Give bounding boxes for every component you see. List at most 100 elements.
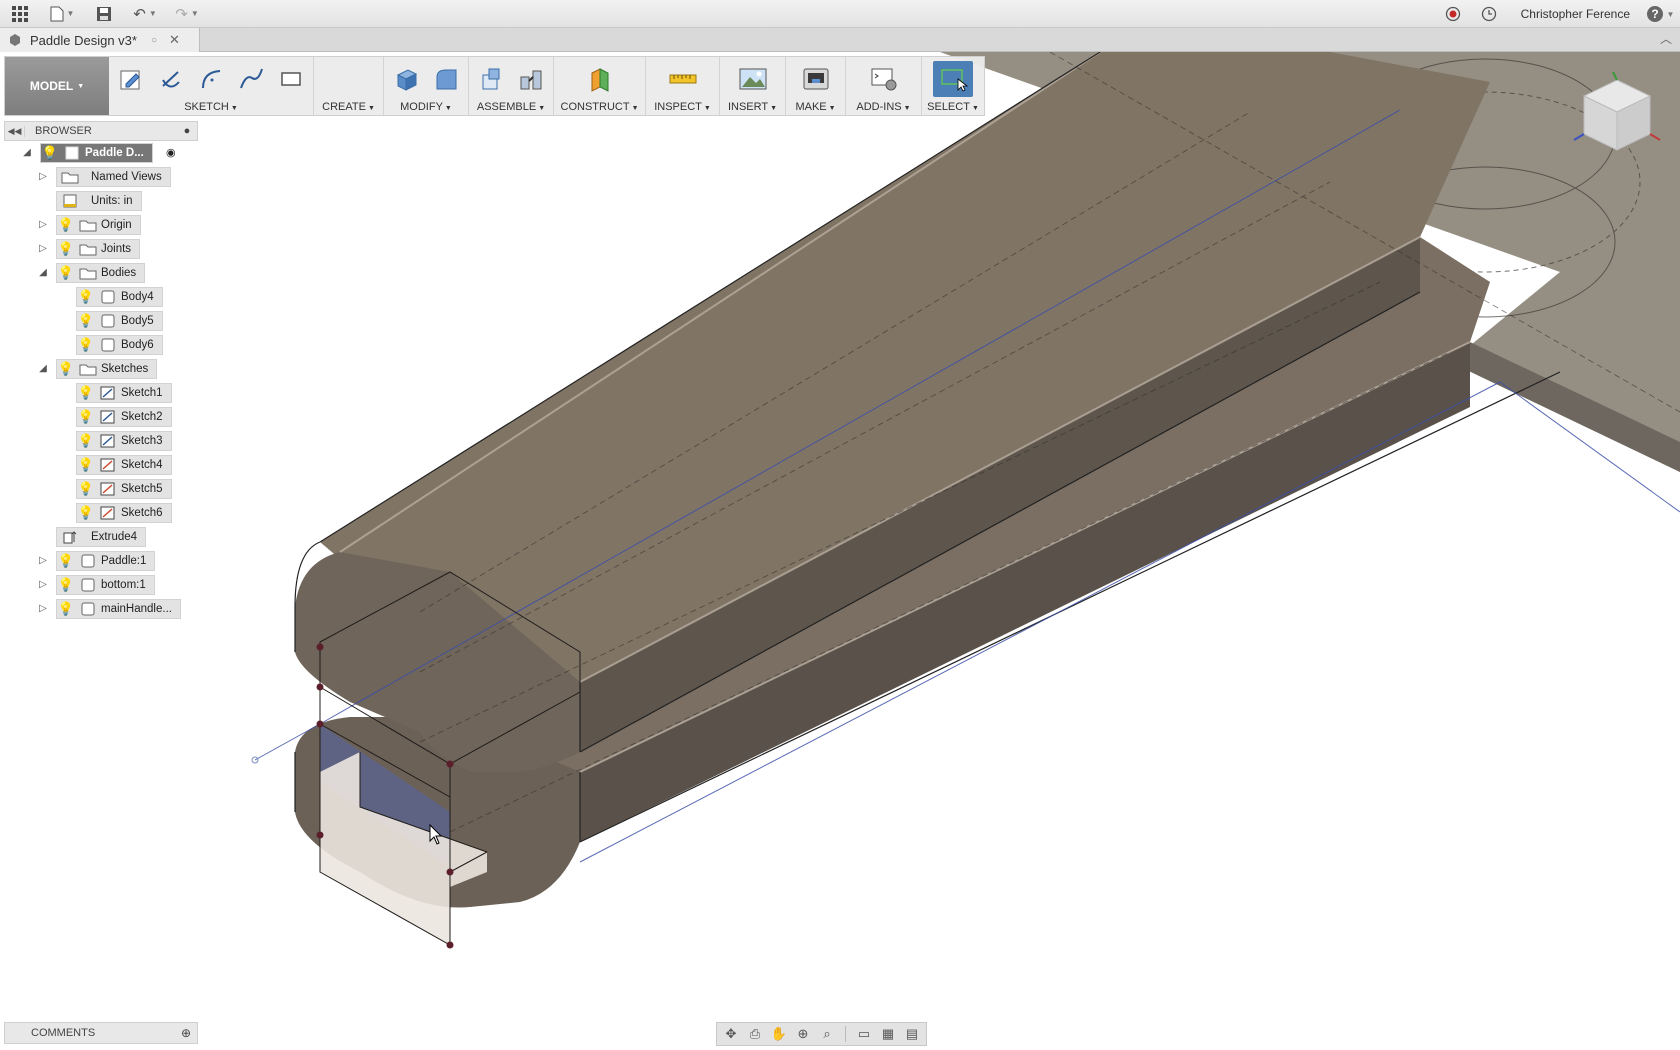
tree-node[interactable]: 💡 Sketches (56, 359, 158, 379)
new-component-icon[interactable] (475, 63, 507, 95)
tree-node[interactable]: 💡 Sketch3 (76, 431, 172, 451)
tree-row-units[interactable]: Units: in (4, 189, 198, 213)
tree-row-sketch3[interactable]: 💡 Sketch3 (4, 429, 198, 453)
close-tab-icon[interactable]: ✕ (169, 32, 180, 48)
canvas-viewport[interactable] (0, 52, 1680, 1050)
tree-node[interactable]: 💡 Sketch6 (76, 503, 172, 523)
visibility-bulb-icon[interactable]: 💡 (57, 217, 75, 233)
visibility-bulb-icon[interactable]: 💡 (77, 337, 95, 353)
tree-row-body6[interactable]: 💡 Body6 (4, 333, 198, 357)
arc-tool-icon[interactable] (195, 63, 227, 95)
scripts-addins-icon[interactable] (868, 63, 900, 95)
expand-triangle-icon[interactable]: ▷ (36, 218, 50, 232)
collapse-panel-icon[interactable]: ◀◀ (5, 125, 25, 137)
tree-row-named-views[interactable]: ▷ Named Views (4, 165, 198, 189)
fit-icon[interactable]: ⌕ (817, 1025, 837, 1043)
tree-node[interactable]: 💡 Body5 (76, 311, 163, 331)
visibility-bulb-icon[interactable]: 💡 (77, 481, 95, 497)
press-pull-icon[interactable] (390, 63, 422, 95)
undo-button[interactable]: ↶ ▼ (124, 0, 166, 28)
spline-tool-icon[interactable] (235, 63, 267, 95)
toolbar-group-addins[interactable]: ADD-INS ▼ (846, 57, 922, 115)
tree-node[interactable]: 💡 Joints (56, 239, 141, 259)
visibility-bulb-icon[interactable]: 💡 (41, 145, 59, 161)
visibility-bulb-icon[interactable]: 💡 (77, 289, 95, 305)
tree-row-bottom[interactable]: ▷ 💡 bottom:1 (4, 573, 198, 597)
orbit-icon[interactable]: ✥ (721, 1025, 741, 1043)
grid-settings-icon[interactable]: ▦ (878, 1025, 898, 1043)
3d-print-icon[interactable] (800, 63, 832, 95)
document-tab[interactable]: Paddle Design v3* ○ ✕ (0, 28, 200, 52)
tree-node[interactable]: Named Views (56, 167, 171, 187)
select-tool-icon[interactable] (933, 61, 973, 97)
save-button[interactable] (84, 0, 124, 28)
chevron-up-icon[interactable]: ︿ (1660, 30, 1672, 47)
visibility-bulb-icon[interactable]: 💡 (57, 241, 75, 257)
tree-row-sketch6[interactable]: 💡 Sketch6 (4, 501, 198, 525)
joint-icon[interactable] (515, 63, 547, 95)
view-cube[interactable] (1572, 69, 1662, 162)
activate-radio-icon[interactable]: ◉ (166, 146, 176, 159)
tree-node[interactable]: 💡 Paddle D... (40, 143, 153, 163)
tree-row-root[interactable]: ◢ 💡 Paddle D... ◉ (4, 141, 198, 165)
app-grid-icon[interactable] (0, 0, 40, 28)
tree-node[interactable]: Extrude4 (56, 527, 147, 547)
visibility-bulb-icon[interactable]: 💡 (77, 385, 95, 401)
viewports-icon[interactable]: ▤ (902, 1025, 922, 1043)
fillet-icon[interactable] (430, 63, 462, 95)
measure-icon[interactable] (667, 63, 699, 95)
tree-node[interactable]: 💡 Sketch4 (76, 455, 172, 475)
visibility-bulb-icon[interactable]: 💡 (77, 505, 95, 521)
toolbar-group-inspect[interactable]: INSPECT ▼ (646, 57, 720, 115)
toolbar-group-select[interactable]: SELECT ▼ (922, 57, 984, 115)
expand-triangle-icon[interactable]: ▷ (36, 242, 50, 256)
tree-node[interactable]: Units: in (56, 191, 142, 211)
visibility-bulb-icon[interactable]: 💡 (57, 577, 75, 593)
tree-node[interactable]: 💡 bottom:1 (56, 575, 155, 595)
tree-node[interactable]: 💡 Sketch5 (76, 479, 172, 499)
tree-row-origin[interactable]: ▷ 💡 Origin (4, 213, 198, 237)
record-button[interactable] (1435, 0, 1471, 28)
visibility-bulb-icon[interactable]: 💡 (77, 313, 95, 329)
tree-row-bodies[interactable]: ◢ 💡 Bodies (4, 261, 198, 285)
workspace-switcher[interactable]: MODEL ▼ (5, 57, 109, 115)
tree-row-body5[interactable]: 💡 Body5 (4, 309, 198, 333)
tree-node[interactable]: 💡 Body4 (76, 287, 163, 307)
tree-row-body4[interactable]: 💡 Body4 (4, 285, 198, 309)
collapse-triangle-icon[interactable]: ◢ (36, 266, 50, 280)
tree-node[interactable]: 💡 Bodies (56, 263, 146, 283)
visibility-bulb-icon[interactable]: 💡 (57, 265, 75, 281)
pan-icon[interactable]: ✋ (769, 1025, 789, 1043)
tree-node[interactable]: 💡 Sketch2 (76, 407, 172, 427)
toolbar-group-construct[interactable]: CONSTRUCT ▼ (554, 57, 646, 115)
tree-node[interactable]: 💡 Sketch1 (76, 383, 172, 403)
comments-panel[interactable]: COMMENTS ⊕ (4, 1022, 198, 1044)
zoom-icon[interactable]: ⊕ (793, 1025, 813, 1043)
toolbar-group-make[interactable]: MAKE ▼ (786, 57, 846, 115)
tree-row-sketches[interactable]: ◢ 💡 Sketches (4, 357, 198, 381)
toolbar-group-assemble[interactable]: ASSEMBLE ▼ (469, 57, 554, 115)
tree-row-sketch5[interactable]: 💡 Sketch5 (4, 477, 198, 501)
toolbar-group-create[interactable]: CREATE ▼ (314, 57, 384, 115)
rectangle-tool-icon[interactable] (275, 63, 307, 95)
tree-row-paddle[interactable]: ▷ 💡 Paddle:1 (4, 549, 198, 573)
visibility-bulb-icon[interactable]: 💡 (77, 457, 95, 473)
expand-triangle-icon[interactable]: ▷ (36, 170, 50, 184)
toolbar-group-sketch[interactable]: SKETCH ▼ (109, 57, 314, 115)
job-status-button[interactable] (1471, 0, 1507, 28)
tree-row-sketch4[interactable]: 💡 Sketch4 (4, 453, 198, 477)
visibility-bulb-icon[interactable]: 💡 (77, 409, 95, 425)
user-menu[interactable]: Christopher Ference (1521, 0, 1658, 28)
collapse-triangle-icon[interactable]: ◢ (20, 146, 34, 160)
tree-row-extrude4[interactable]: Extrude4 (4, 525, 198, 549)
line-tool-icon[interactable] (155, 63, 187, 95)
help-button[interactable]: ? ▼ (1640, 0, 1680, 28)
add-comment-icon[interactable]: ⊕ (175, 1026, 197, 1040)
offset-plane-icon[interactable] (584, 63, 616, 95)
tree-node[interactable]: 💡 Paddle:1 (56, 551, 156, 571)
look-at-icon[interactable]: ⎙ (745, 1025, 765, 1043)
minimize-icon[interactable]: ● (177, 125, 197, 137)
visibility-bulb-icon[interactable]: 💡 (57, 601, 75, 617)
insert-image-icon[interactable] (737, 63, 769, 95)
tree-row-joints[interactable]: ▷ 💡 Joints (4, 237, 198, 261)
